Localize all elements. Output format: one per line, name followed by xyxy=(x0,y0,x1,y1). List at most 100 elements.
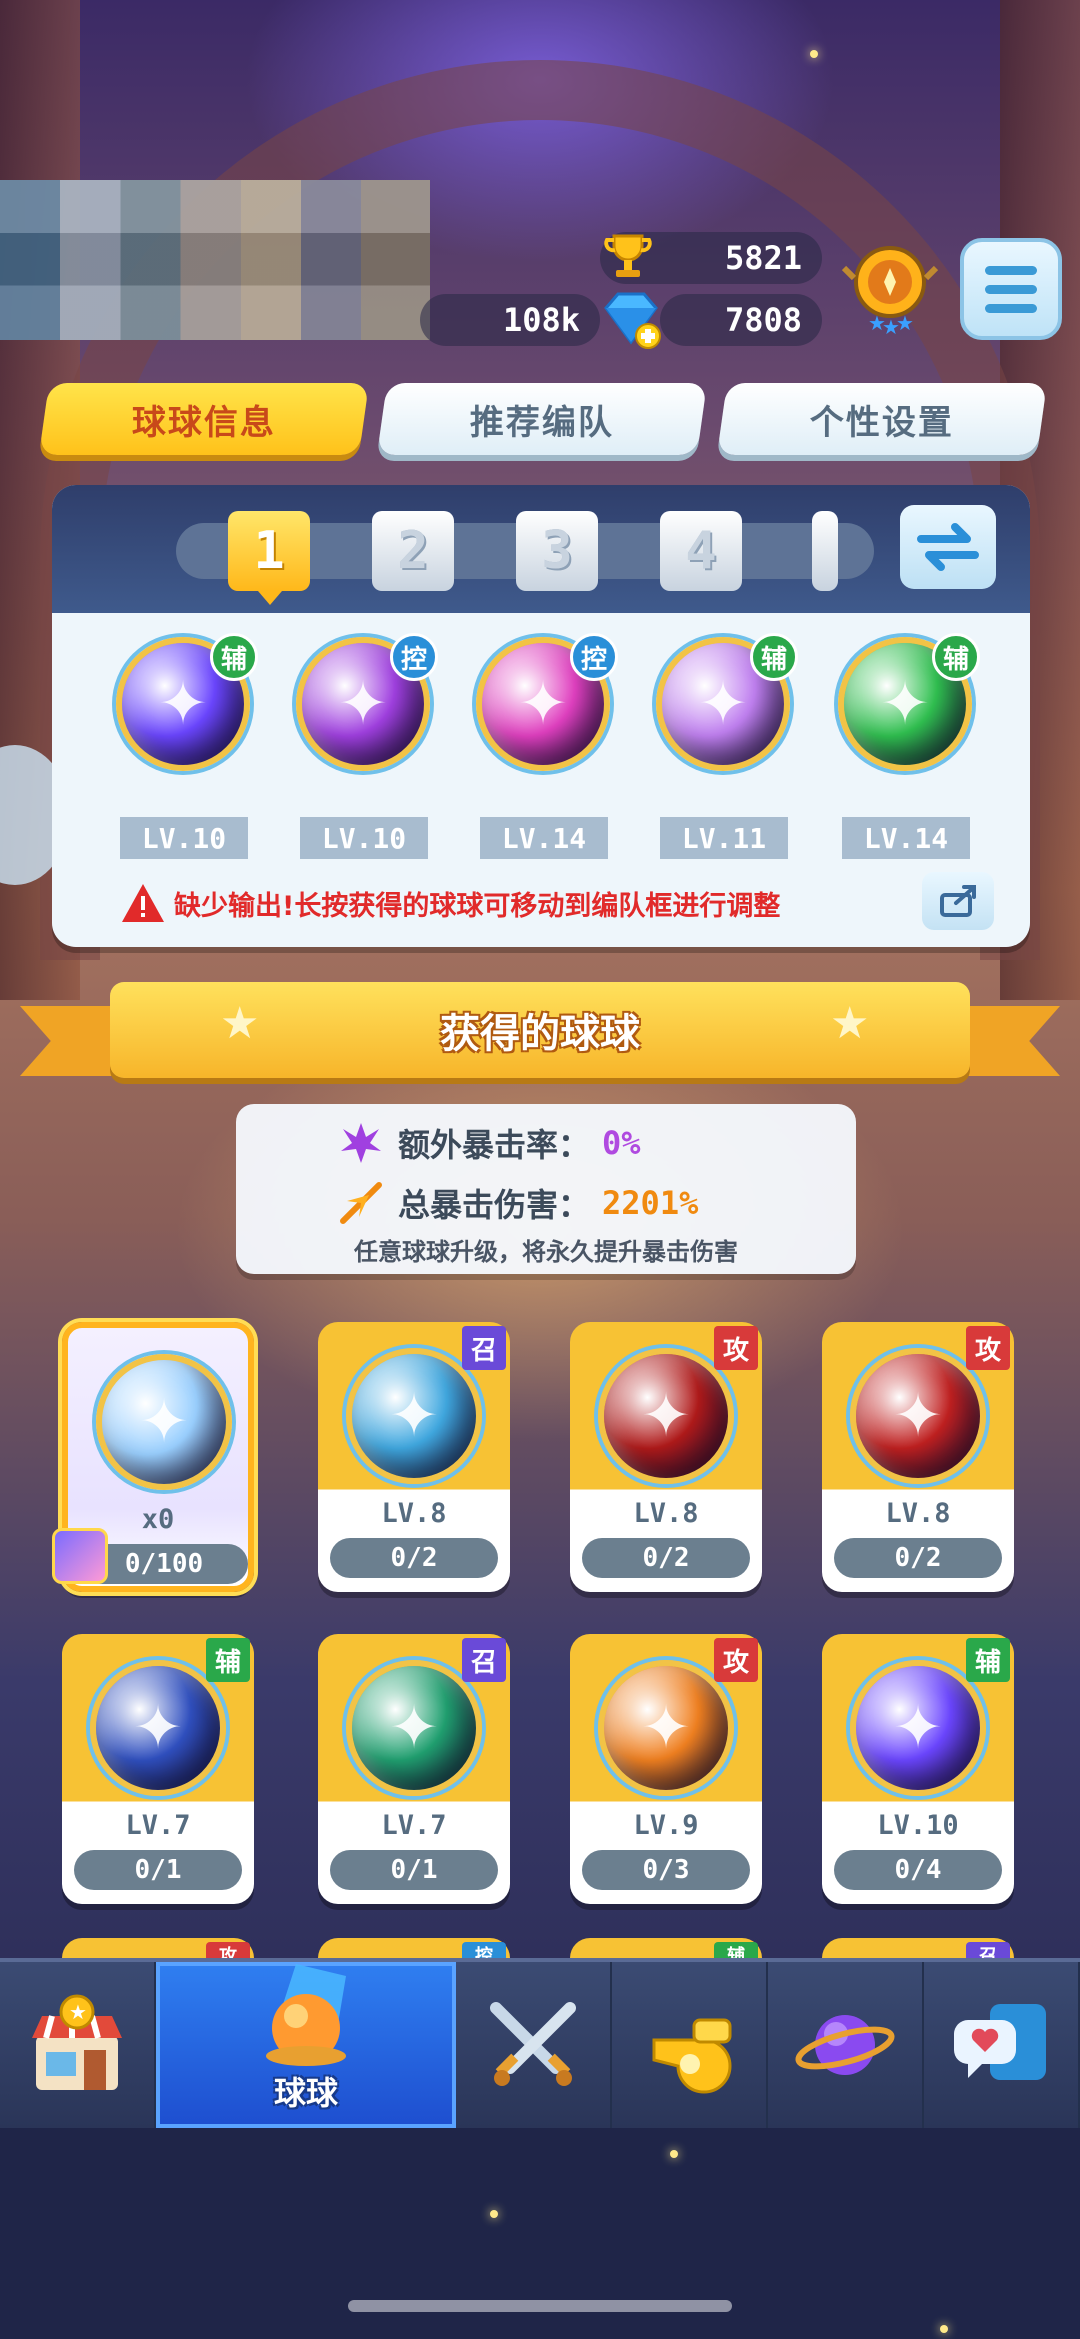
lightning-orb-icon: ✦ xyxy=(850,1660,986,1796)
ball-card[interactable]: ✦ LV.10 0/4 辅 xyxy=(822,1634,1014,1904)
nav-battle[interactable] xyxy=(456,1962,612,2128)
ball-level: LV.8 xyxy=(885,1498,951,1529)
role-badge: 攻 xyxy=(966,1326,1010,1370)
gem-counter: 7808 xyxy=(660,294,822,346)
sparkle-decoration xyxy=(490,2210,498,2218)
gem-count: 7808 xyxy=(724,301,802,339)
svg-text:★: ★ xyxy=(896,311,914,335)
role-badge: 控 xyxy=(390,633,438,681)
tab-label: 推荐编队 xyxy=(470,402,614,443)
warning-icon xyxy=(120,882,166,924)
nav-balls[interactable]: 球球 xyxy=(156,1962,456,2128)
trophy-count: 5821 xyxy=(724,239,802,277)
role-badge: 攻 xyxy=(714,1326,758,1370)
ball-card[interactable]: ✦ LV.7 0/1 召 xyxy=(318,1634,510,1904)
role-badge: 辅 xyxy=(750,633,798,681)
sparkle-decoration xyxy=(940,2325,948,2333)
crit-burst-icon xyxy=(336,1118,386,1168)
tab-ball-info[interactable]: 球球信息 xyxy=(38,383,370,455)
star-icon: ★ xyxy=(830,998,870,1049)
ball-upgrade-progress: 0/1 xyxy=(330,1850,498,1890)
nav-balls-label: 球球 xyxy=(273,2074,338,2112)
crit-upgrade-note: 任意球球升级，将永久提升暴击伤害 xyxy=(354,1238,738,1266)
rank-badge-icon[interactable]: ★ ★ ★ xyxy=(840,238,940,339)
total-crit-damage-value: 2201% xyxy=(602,1184,699,1222)
team-ball-1[interactable]: ✦ 辅 LV.10 xyxy=(108,633,258,859)
role-badge: 辅 xyxy=(932,633,980,681)
extra-crit-rate-label: 额外暴击率： xyxy=(398,1126,591,1164)
ball-upgrade-progress: 0/3 xyxy=(582,1850,750,1890)
team-ball-4[interactable]: ✦ 辅 LV.11 xyxy=(648,633,798,859)
role-badge: 辅 xyxy=(206,1638,250,1682)
nav-whistle[interactable] xyxy=(612,1962,768,2128)
ball-level: LV.8 xyxy=(633,1498,699,1529)
ball-level: LV.14 xyxy=(480,817,608,859)
crossed-swords-icon xyxy=(490,2002,576,2086)
ball-level: LV.8 xyxy=(381,1498,447,1529)
fire-demon-orb-icon: ✦ xyxy=(598,1660,734,1796)
ball-card[interactable]: ✦ LV.8 0/2 召 xyxy=(318,1322,510,1592)
swap-arrows-icon xyxy=(917,523,979,571)
tab-personal-settings[interactable]: 个性设置 xyxy=(716,383,1048,455)
total-crit-damage-row: 总暴击伤害： 2201% xyxy=(336,1178,698,1228)
bottom-nav: ★ 球球 xyxy=(0,1958,1080,2128)
trident-orb-icon: ✦ xyxy=(850,1348,986,1484)
swap-team-button[interactable] xyxy=(900,505,996,589)
tab-recommended-team[interactable]: 推荐编队 xyxy=(376,383,708,455)
puzzle-fragment-icon xyxy=(52,1528,108,1584)
team-slot-5-partial[interactable] xyxy=(812,511,838,591)
role-badge: 辅 xyxy=(210,633,258,681)
team-slot-4[interactable]: 4 xyxy=(660,511,742,591)
warning-text: 缺少输出!长按获得的球球可移动到编队框进行调整 xyxy=(174,890,781,922)
whistle-icon xyxy=(652,2018,732,2094)
team-ball-5[interactable]: ✦ 辅 LV.14 xyxy=(830,633,980,859)
menu-icon-bar xyxy=(985,303,1037,313)
nav-planet[interactable] xyxy=(768,1962,924,2128)
hex-planet-orb-icon: ✦ xyxy=(90,1660,226,1796)
ball-level: LV.7 xyxy=(381,1810,447,1841)
sparkle-decoration xyxy=(810,50,818,58)
ball-level: LV.10 xyxy=(120,817,248,859)
ball-upgrade-progress: 0/1 xyxy=(74,1850,242,1890)
genie-orb-icon: ✦ xyxy=(346,1348,482,1484)
ball-card[interactable]: ✦ x0 0/100 xyxy=(52,1322,254,1592)
team-slot-3[interactable]: 3 xyxy=(516,511,598,591)
ball-card[interactable]: ✦ LV.8 0/2 攻 xyxy=(822,1322,1014,1592)
extra-crit-rate-row: 额外暴击率： 0% xyxy=(336,1118,641,1168)
ball-level: LV.7 xyxy=(125,1810,191,1841)
ball-card[interactable]: ✦ LV.7 0/1 辅 xyxy=(62,1634,254,1904)
team-ball-2[interactable]: ✦ 控 LV.10 xyxy=(288,633,438,859)
menu-icon-bar xyxy=(985,265,1037,275)
team-slot-1[interactable]: 1 xyxy=(228,511,310,605)
section-banner: 获得的球球 ★ ★ xyxy=(20,982,1060,1082)
nav-shop[interactable]: ★ xyxy=(0,1962,156,2128)
crit-slash-icon xyxy=(336,1178,386,1228)
tab-label: 个性设置 xyxy=(810,402,954,443)
team-slot-header: 1 2 3 4 xyxy=(52,485,1030,613)
home-indicator[interactable] xyxy=(348,2300,732,2312)
ball-icon xyxy=(266,1964,346,2066)
ball-level: LV.9 xyxy=(633,1810,699,1841)
role-badge: 攻 xyxy=(714,1638,758,1682)
ball-upgrade-progress: 0/2 xyxy=(582,1538,750,1578)
shop-icon: ★ xyxy=(32,1994,122,2090)
ball-upgrade-progress: 0/4 xyxy=(834,1850,1002,1890)
ball-level: LV.11 xyxy=(660,817,788,859)
ball-card[interactable]: ✦ LV.8 0/2 攻 xyxy=(570,1322,762,1592)
team-ball-3[interactable]: ✦ 控 LV.14 xyxy=(468,633,618,859)
venom-orb-icon: ✦ xyxy=(598,1348,734,1484)
sparkle-decoration xyxy=(670,2150,678,2158)
player-profile-blurred[interactable] xyxy=(0,180,430,340)
gem-add-icon[interactable] xyxy=(596,284,666,354)
menu-button[interactable] xyxy=(960,238,1062,340)
coin-count: 108k xyxy=(502,301,580,339)
role-badge: 辅 xyxy=(966,1638,1010,1682)
team-slot-2[interactable]: 2 xyxy=(372,511,454,591)
share-button[interactable] xyxy=(922,872,994,930)
trophy-icon xyxy=(598,226,658,286)
tab-label: 球球信息 xyxy=(132,402,276,443)
ball-card[interactable]: ✦ LV.9 0/3 攻 xyxy=(570,1634,762,1904)
role-badge: 召 xyxy=(462,1638,506,1682)
nav-social[interactable] xyxy=(924,1962,1080,2128)
ball-upgrade-progress: 0/2 xyxy=(330,1538,498,1578)
